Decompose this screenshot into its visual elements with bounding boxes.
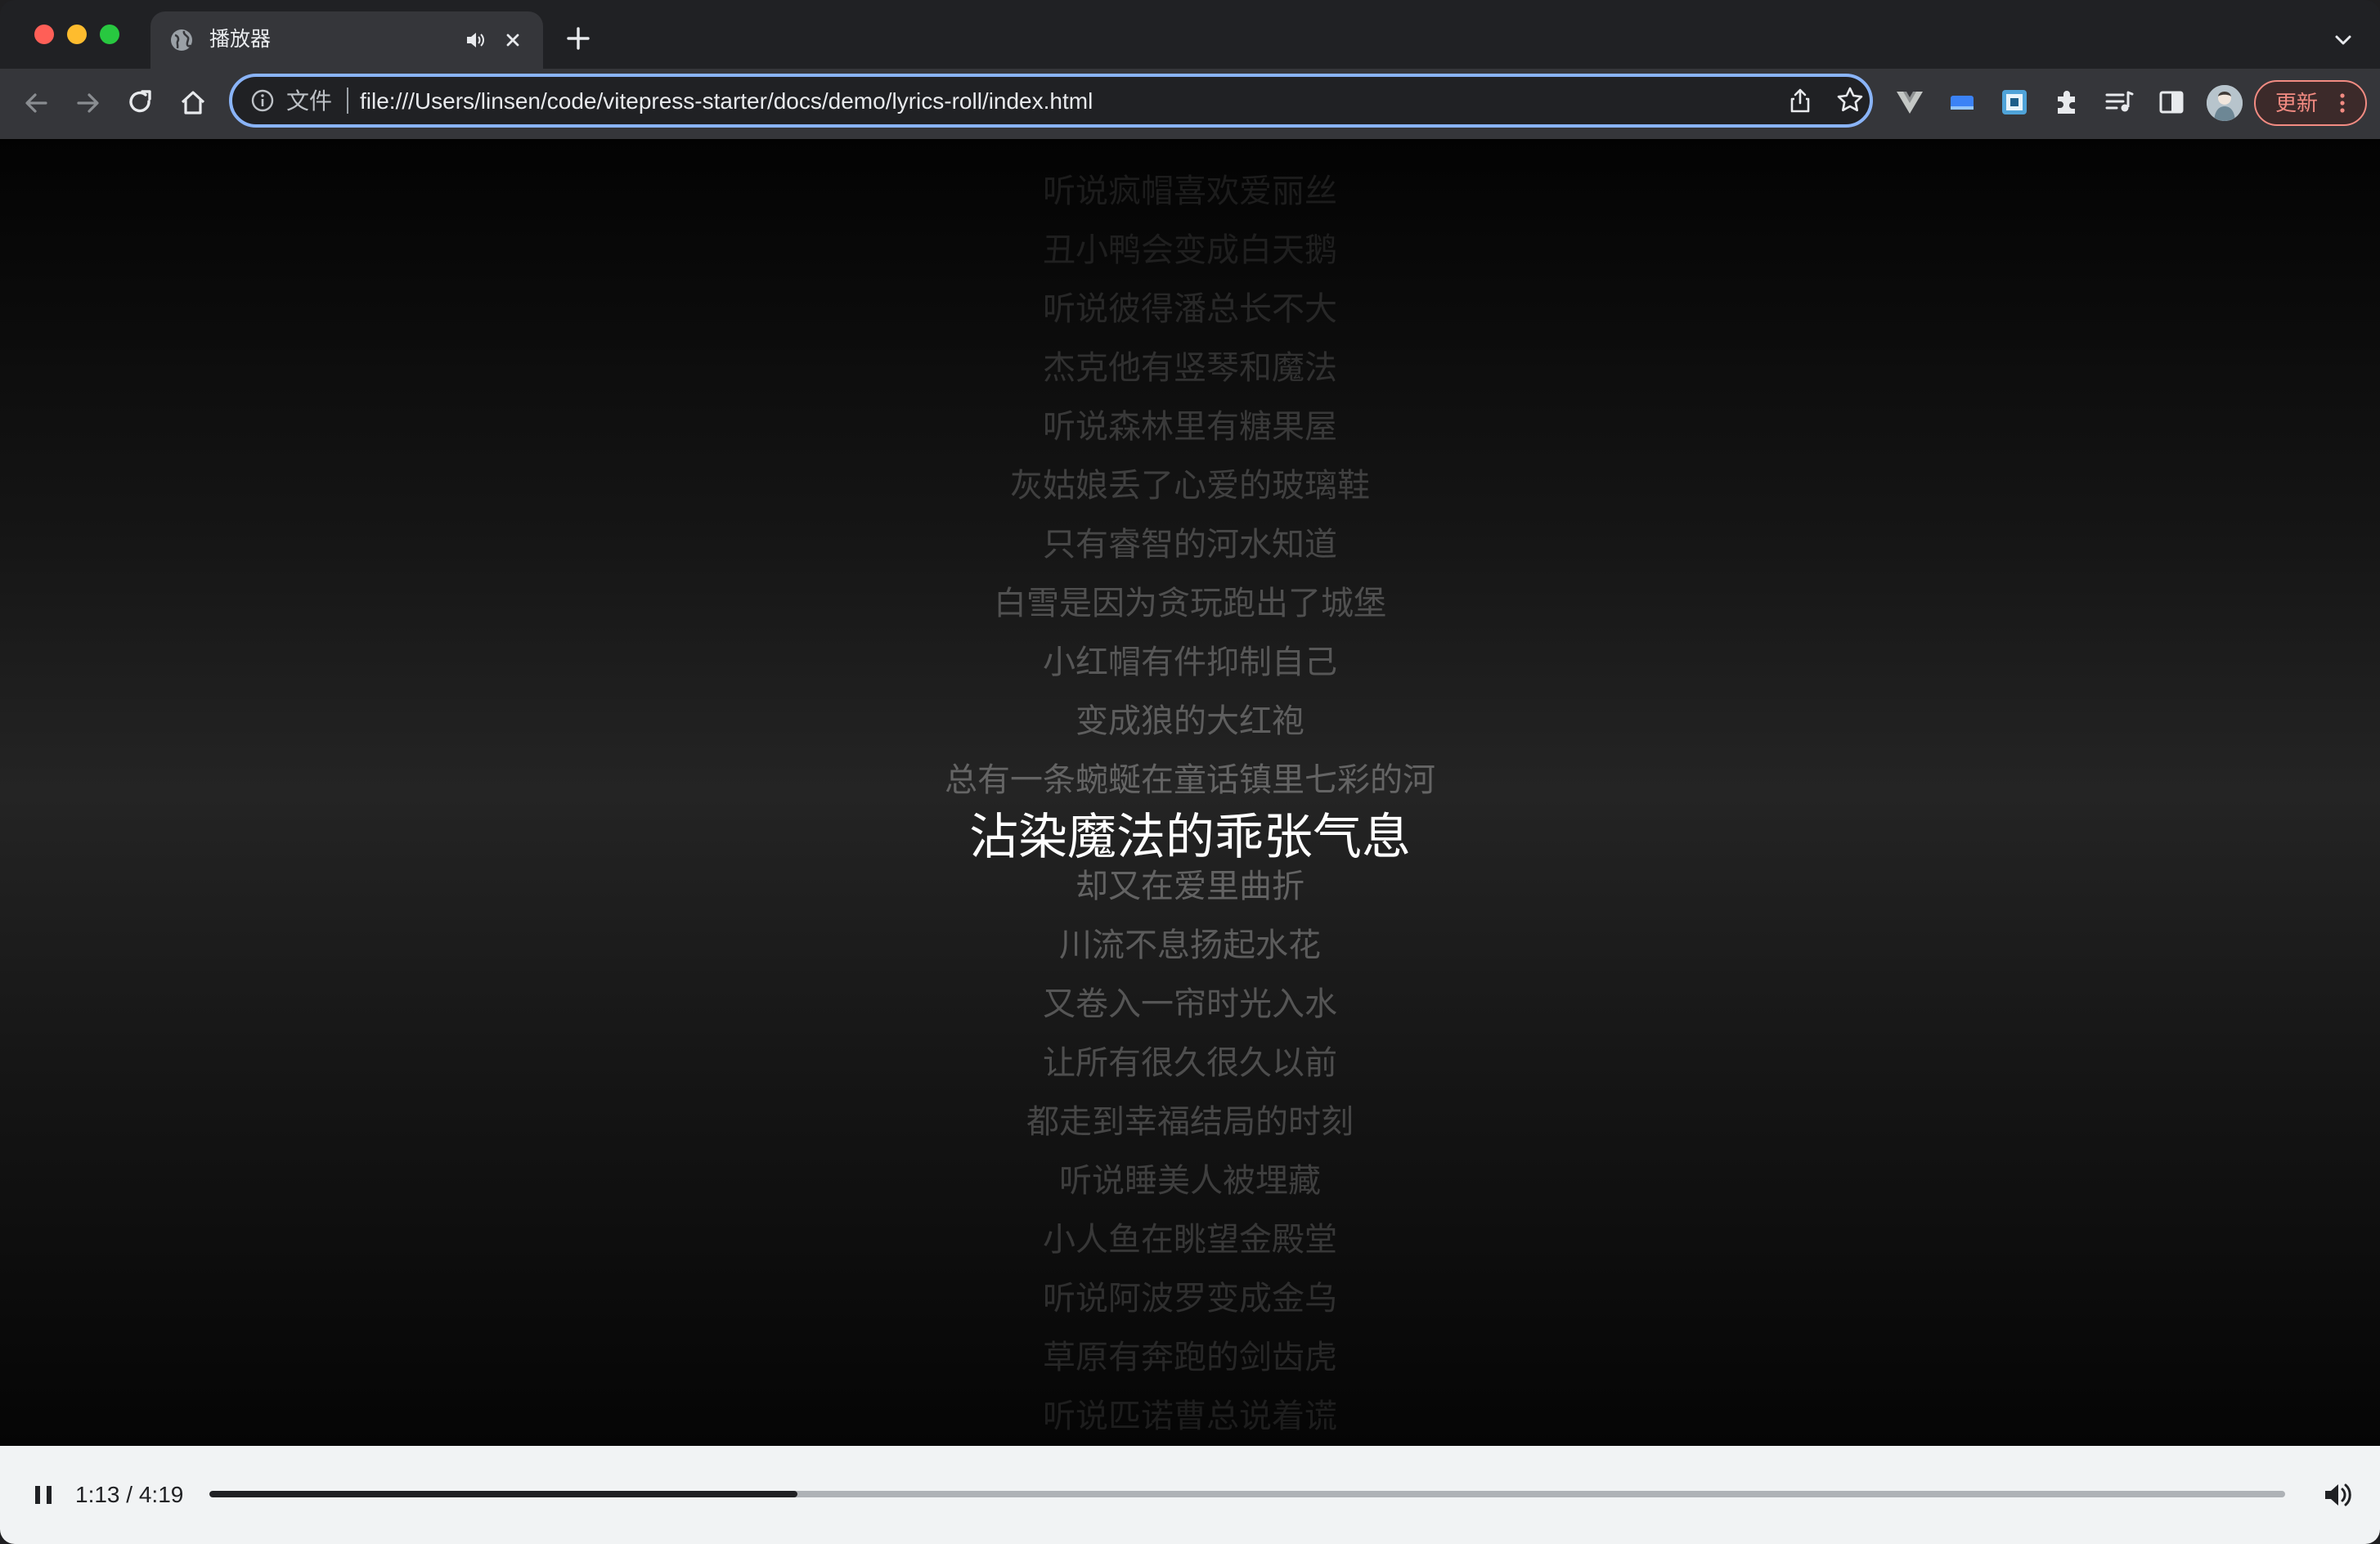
vue-devtools-icon[interactable] [1893,85,1927,119]
back-icon[interactable] [18,85,54,121]
forward-icon[interactable] [70,85,106,121]
pause-icon[interactable] [29,1479,57,1511]
lyric-line: 小红帽有件抑制自己 [1043,644,1337,680]
update-button[interactable]: 更新 [2254,80,2367,126]
lyric-line: 听说睡美人被埋藏 [1059,1163,1321,1199]
profile-avatar[interactable] [2207,85,2243,121]
side-panel-icon[interactable] [2154,85,2189,119]
scheme-label: 文件 [286,88,333,114]
audio-player: 1:13 / 4:19 [0,1446,2380,1544]
new-tab-icon[interactable] [564,25,592,52]
lyric-line: 丑小鸭会变成白天鹅 [1043,232,1337,268]
duration: 4:19 [138,1482,184,1507]
lyrics-scroll: 听说疯帽喜欢爱丽丝 丑小鸭会变成白天鹅 听说彼得潘总长不大 杰克他有竖琴和魔法 听说森林… [0,139,2380,1446]
lyric-line: 让所有很久很久以前 [1043,1045,1337,1081]
time-display: 1:13 / 4:19 [75,1479,183,1511]
update-label: 更新 [2275,91,2319,115]
globe-icon [171,29,192,51]
extension-translate-icon[interactable] [1997,85,2032,119]
lyric-line: 只有睿智的河水知道 [1043,527,1337,563]
lyric-line: 听说疯帽喜欢爱丽丝 [1043,173,1337,209]
lyric-line: 听说阿波罗变成金乌 [1043,1281,1337,1317]
lyric-line: 听说匹诺曹总说着谎 [1043,1398,1337,1434]
home-icon[interactable] [175,85,211,121]
lyric-line: 小人鱼在眺望金殿堂 [1043,1222,1337,1258]
chevron-down-icon[interactable] [2331,28,2355,52]
tab-strip: 播放器 [0,0,2380,69]
lyric-line: 却又在爱里曲折 [1075,868,1305,904]
seek-bar-progress [209,1491,798,1497]
close-window-button[interactable] [34,25,54,44]
lyric-line: 听说彼得潘总长不大 [1043,291,1337,327]
close-tab-icon[interactable] [501,28,525,52]
lyric-line: 变成狼的大红袍 [1075,703,1305,739]
lyric-line: 白雪是因为贪玩跑出了城堡 [994,586,1386,622]
more-vertical-icon[interactable] [2337,92,2347,114]
extension-blue-icon[interactable] [1945,85,1979,119]
bookmark-star-icon[interactable] [1835,85,1865,114]
seek-bar[interactable] [209,1491,2285,1497]
page-content: 听说疯帽喜欢爱丽丝 丑小鸭会变成白天鹅 听说彼得潘总长不大 杰克他有竖琴和魔法 听说森林… [0,139,2380,1446]
media-queue-icon[interactable] [2102,85,2136,119]
tab-title: 播放器 [209,28,272,51]
lyric-line-active: 沾染魔法的乖张气息 [969,810,1411,864]
tab-player[interactable]: 播放器 [150,11,543,69]
current-time: 1:13 [75,1482,120,1507]
reload-icon[interactable] [123,85,159,121]
extensions-puzzle-icon[interactable] [2050,85,2084,119]
maximize-window-button[interactable] [100,25,119,44]
lyric-line: 都走到幸福结局的时刻 [1026,1104,1354,1140]
browser-window: 播放器 文件 file:///Users/linsen/code/vitepre… [0,0,2380,1544]
lyric-line: 川流不息扬起水花 [1059,927,1321,963]
lyric-line: 草原有奔跑的剑齿虎 [1043,1340,1337,1376]
address-divider [347,88,348,114]
url-text[interactable]: file:///Users/linsen/code/vitepress-star… [360,87,1093,116]
info-icon[interactable] [249,87,276,114]
share-icon[interactable] [1786,87,1814,114]
volume-icon[interactable] [2321,1479,2354,1511]
audio-playing-icon[interactable] [465,29,486,51]
lyric-line: 总有一条蜿蜒在童话镇里七彩的河 [945,762,1435,798]
toolbar: 文件 file:///Users/linsen/code/vitepress-s… [0,69,2380,139]
lyric-line: 杰克他有竖琴和魔法 [1043,350,1337,386]
minimize-window-button[interactable] [67,25,87,44]
address-bar[interactable]: 文件 file:///Users/linsen/code/vitepress-s… [229,74,1873,128]
lyric-line: 听说森林里有糖果屋 [1043,409,1337,445]
lyric-line: 又卷入一帘时光入水 [1043,986,1337,1022]
avatar-image [2207,85,2243,121]
lyric-line: 灰姑娘丢了心爱的玻璃鞋 [1010,468,1370,504]
time-separator: / [126,1482,133,1507]
